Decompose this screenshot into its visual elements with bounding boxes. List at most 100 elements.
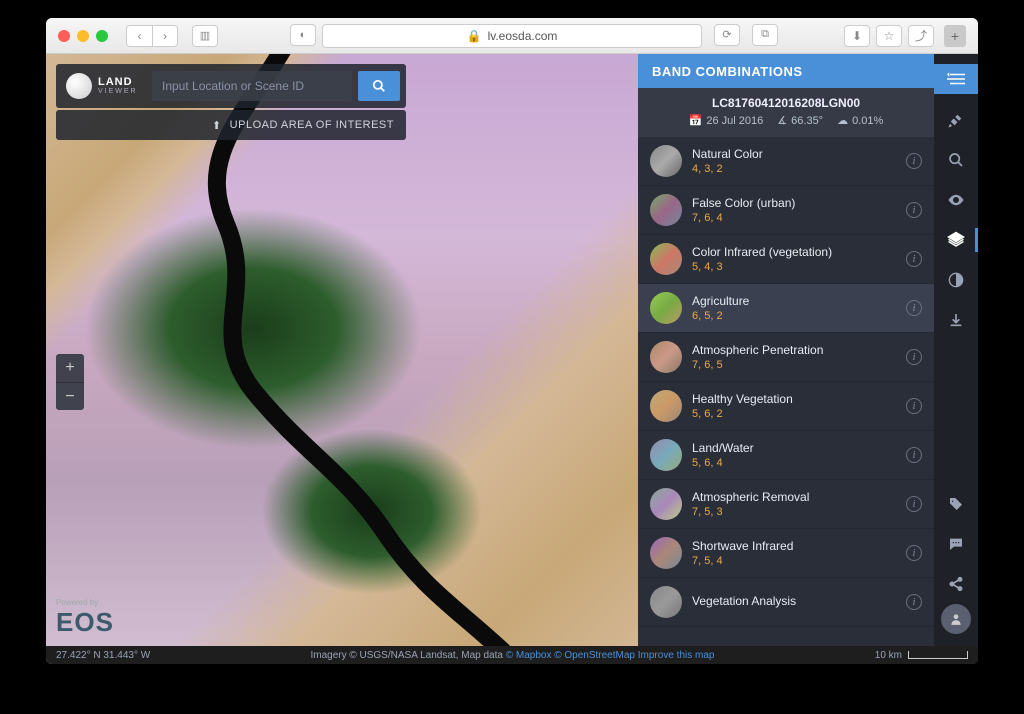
improve-map-link[interactable]: Improve this map <box>638 650 715 661</box>
browser-title-bar: ‹ › ▥ ◐ 🔒 lv.eosda.com ⟳ ⧉ ⬇ ☆ ⤴ + <box>46 18 978 54</box>
info-icon[interactable]: i <box>906 202 922 218</box>
band-thumbnail <box>650 488 682 520</box>
lock-icon: 🔒 <box>467 29 482 43</box>
top-controls: LAND VIEWER ⬆ UPLOAD AREA OF INTEREST <box>56 64 406 140</box>
coordinates-readout: 27.422° N 31.443° W <box>56 650 150 661</box>
share-icon <box>948 576 964 592</box>
info-icon[interactable]: i <box>906 545 922 561</box>
tag-tool[interactable] <box>934 484 978 524</box>
info-icon[interactable]: i <box>906 447 922 463</box>
sidebar-toggle-button[interactable]: ▥ <box>192 25 218 47</box>
search-tool[interactable] <box>934 140 978 180</box>
upload-label: UPLOAD AREA OF INTEREST <box>230 119 394 131</box>
scene-info: LC81760412016208LGN00 📅26 Jul 2016 ∡66.3… <box>638 88 934 137</box>
band-item[interactable]: Natural Color4, 3, 2 i <box>638 137 934 186</box>
band-combo: 7, 6, 5 <box>692 359 896 371</box>
bookmarks-button[interactable]: ☆ <box>876 25 902 47</box>
scene-date: 📅26 Jul 2016 <box>689 114 764 127</box>
layers-tool[interactable] <box>934 220 978 260</box>
panel-toggle-button[interactable] <box>934 64 978 94</box>
reader-button[interactable]: ◐ <box>290 24 316 46</box>
visibility-tool[interactable] <box>934 180 978 220</box>
maximize-window-button[interactable] <box>96 30 108 42</box>
address-bar[interactable]: 🔒 lv.eosda.com <box>322 24 702 48</box>
url-host: lv.eosda.com <box>488 29 558 43</box>
info-icon[interactable]: i <box>906 251 922 267</box>
browser-window: ‹ › ▥ ◐ 🔒 lv.eosda.com ⟳ ⧉ ⬇ ☆ ⤴ + <box>46 18 978 664</box>
band-item[interactable]: Land/Water 5, 6, 4 i <box>638 431 934 480</box>
comment-tool[interactable] <box>934 524 978 564</box>
band-combo: 7, 5, 4 <box>692 555 896 567</box>
share-button[interactable]: ⤴ <box>908 25 934 47</box>
band-item[interactable]: Vegetation Analysis i <box>638 578 934 627</box>
user-account-button[interactable] <box>941 604 971 634</box>
zoom-out-button[interactable]: − <box>56 382 84 410</box>
reload-button[interactable]: ⟳ <box>714 24 740 46</box>
band-item[interactable]: Atmospheric Penetration 7, 6, 5 i <box>638 333 934 382</box>
back-button[interactable]: ‹ <box>126 25 152 47</box>
search-button[interactable] <box>358 71 400 101</box>
info-icon[interactable]: i <box>906 153 922 169</box>
mapbox-link[interactable]: © Mapbox <box>506 650 552 661</box>
contrast-tool[interactable] <box>934 260 978 300</box>
search-input[interactable] <box>152 71 352 101</box>
app-logo[interactable]: LAND VIEWER <box>56 73 146 99</box>
band-item[interactable]: Agriculture 6, 5, 2 i <box>638 284 934 333</box>
info-icon[interactable]: i <box>906 496 922 512</box>
new-tab-button[interactable]: + <box>944 25 966 47</box>
list-icon <box>947 72 965 86</box>
band-combo: 7, 6, 4 <box>692 212 896 224</box>
band-name: Healthy Vegetation <box>692 392 896 406</box>
band-name: False Color (urban) <box>692 196 896 210</box>
contrast-icon <box>948 272 964 288</box>
band-thumbnail <box>650 390 682 422</box>
forward-button[interactable]: › <box>152 25 178 47</box>
window-controls <box>58 30 108 42</box>
band-thumbnail <box>650 341 682 373</box>
upload-aoi-button[interactable]: ⬆ UPLOAD AREA OF INTEREST <box>56 110 406 140</box>
downloads-button[interactable]: ⬇ <box>844 25 870 47</box>
band-name: Atmospheric Penetration <box>692 343 896 357</box>
download-tool[interactable] <box>934 300 978 340</box>
minimize-window-button[interactable] <box>77 30 89 42</box>
scene-search-tool[interactable] <box>934 100 978 140</box>
info-icon[interactable]: i <box>906 349 922 365</box>
band-thumbnail <box>650 292 682 324</box>
attribution: Imagery © USGS/NASA Landsat, Map data © … <box>150 650 875 661</box>
logo-main: LAND <box>98 77 138 88</box>
band-text: Natural Color4, 3, 2 <box>692 147 896 175</box>
band-thumbnail <box>650 537 682 569</box>
band-text: Atmospheric Penetration 7, 6, 5 <box>692 343 896 371</box>
close-window-button[interactable] <box>58 30 70 42</box>
user-icon <box>949 612 963 626</box>
cloud-icon: ☁ <box>837 114 848 127</box>
band-combo: 5, 6, 4 <box>692 457 896 469</box>
calendar-icon: 📅 <box>689 114 703 127</box>
share-tool[interactable] <box>934 564 978 604</box>
band-combo: 6, 5, 2 <box>692 310 896 322</box>
band-item[interactable]: Healthy Vegetation5, 6, 2i <box>638 382 934 431</box>
band-name: Land/Water <box>692 441 896 455</box>
download-icon <box>948 312 964 328</box>
info-icon[interactable]: i <box>906 398 922 414</box>
powered-by-label: Powered by <box>56 598 114 607</box>
band-text: Color Infrared (vegetation)5, 4, 3 <box>692 245 896 273</box>
osm-link[interactable]: © OpenStreetMap <box>554 650 635 661</box>
scale-label: 10 km <box>875 650 902 661</box>
upload-icon: ⬆ <box>212 119 222 132</box>
band-text: Atmospheric Removal7, 5, 3 <box>692 490 896 518</box>
info-icon[interactable]: i <box>906 300 922 316</box>
scene-cloud-cover: ☁0.01% <box>837 114 883 127</box>
band-item[interactable]: Shortwave Infrared7, 5, 4i <box>638 529 934 578</box>
map-canvas[interactable] <box>46 54 638 664</box>
info-icon[interactable]: i <box>906 594 922 610</box>
band-item[interactable]: Color Infrared (vegetation)5, 4, 3 i <box>638 235 934 284</box>
zoom-in-button[interactable]: + <box>56 354 84 382</box>
tabs-button[interactable]: ⧉ <box>752 24 778 46</box>
band-name: Agriculture <box>692 294 896 308</box>
band-item[interactable]: Atmospheric Removal7, 5, 3 i <box>638 480 934 529</box>
band-combinations-panel: BAND COMBINATIONS LC81760412016208LGN00 … <box>638 54 934 646</box>
band-list[interactable]: Natural Color4, 3, 2iFalse Color (urban)… <box>638 137 934 646</box>
band-item[interactable]: False Color (urban) 7, 6, 4 i <box>638 186 934 235</box>
band-name: Vegetation Analysis <box>692 594 896 608</box>
